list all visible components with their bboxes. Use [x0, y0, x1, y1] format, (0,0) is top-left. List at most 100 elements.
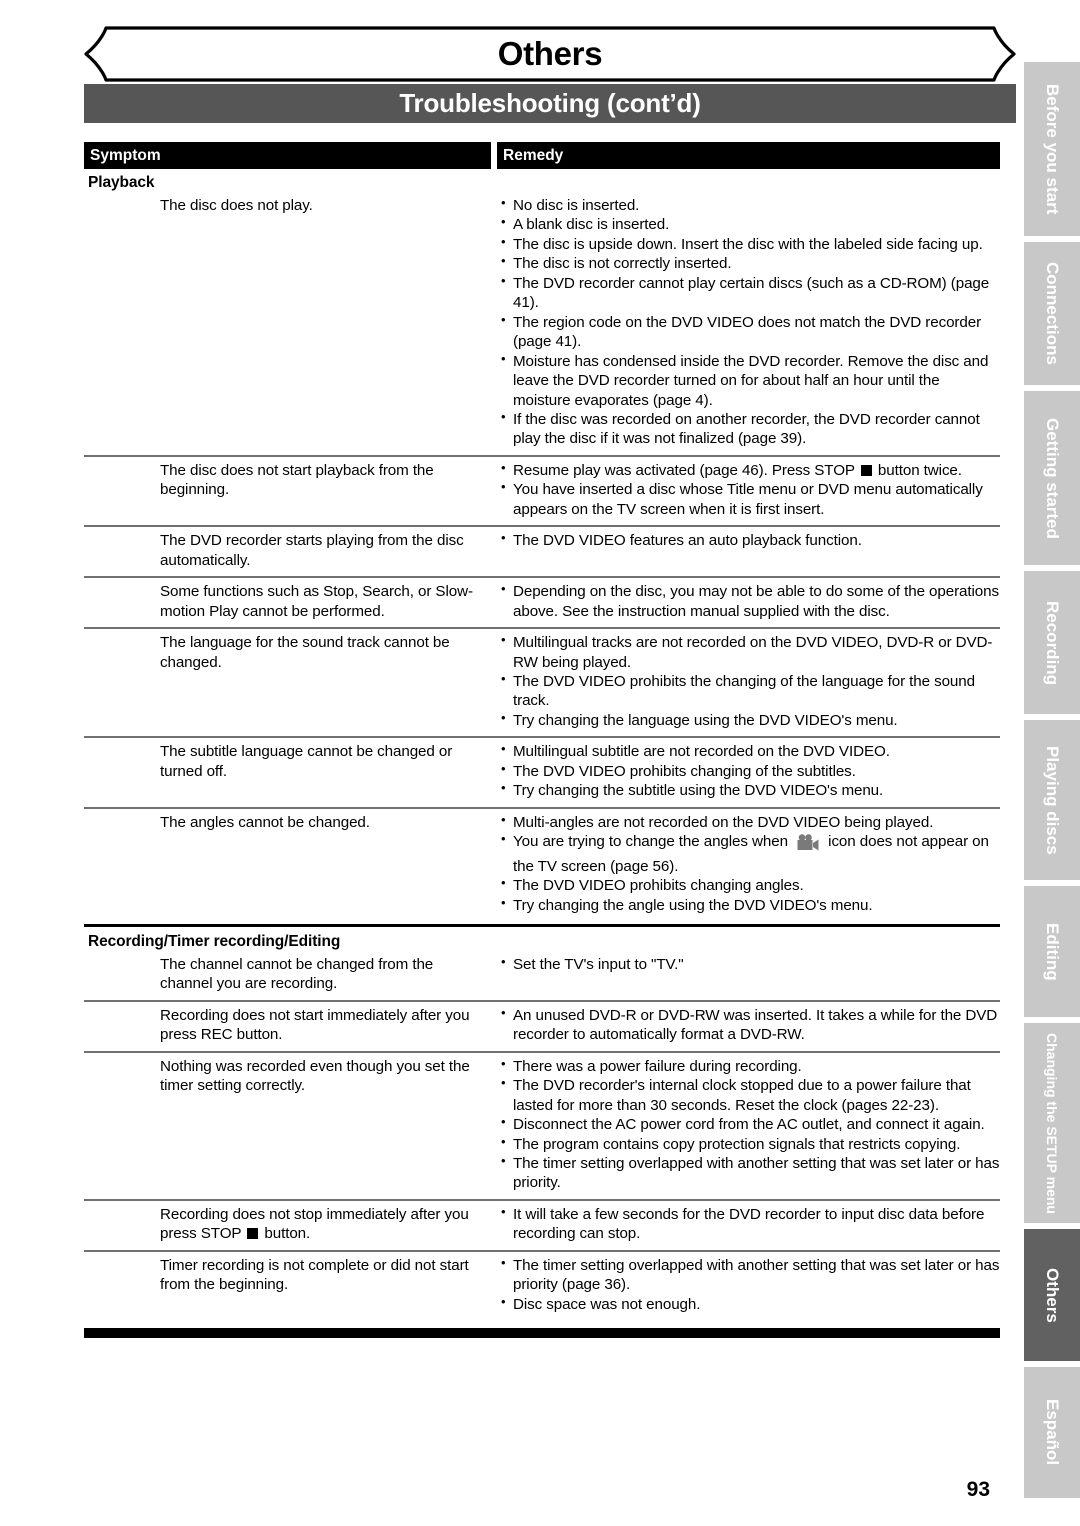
sidebar-tab-editing[interactable]: Editing: [1024, 885, 1080, 1018]
remedy-item: The DVD VIDEO prohibits changing of the …: [500, 761, 1000, 781]
remedy-item: The timer setting overlapped with anothe…: [500, 1153, 1000, 1193]
symptom-cell: The language for the sound track cannot …: [160, 634, 450, 671]
remedy-cell: There was a power failure during recordi…: [494, 1056, 1000, 1193]
remedy-item: Multilingual subtitle are not recorded o…: [500, 741, 1000, 761]
table-row: The DVD recorder starts playing from the…: [84, 525, 1000, 576]
table-row: The channel cannot be changed from the c…: [84, 953, 1000, 1000]
remedy-item: The region code on the DVD VIDEO does no…: [500, 312, 1000, 352]
table-row: The disc does not start playback from th…: [84, 454, 1000, 525]
remedy-item: The disc is not correctly inserted.: [500, 253, 1000, 273]
sidebar-tab-others[interactable]: Others: [1024, 1229, 1080, 1361]
remedy-cell: Resume play was activated (page 46). Pre…: [494, 460, 1000, 519]
angle-camera-icon: [796, 834, 820, 856]
column-header-remedy-label: Remedy: [503, 146, 564, 164]
remedy-cell: It will take a few seconds for the DVD r…: [494, 1204, 1000, 1244]
remedy-item: A blank disc is inserted.: [500, 214, 1000, 234]
remedy-item: You are trying to change the angles when…: [500, 831, 1000, 876]
table-row: Recording does not stop immediately afte…: [84, 1198, 1000, 1250]
remedy-list: It will take a few seconds for the DVD r…: [500, 1204, 1000, 1244]
remedy-item: No disc is inserted.: [500, 195, 1000, 215]
section-title: Troubleshooting (cont’d): [399, 88, 701, 118]
table-row: Some functions such as Stop, Search, or …: [84, 576, 1000, 627]
remedy-item: Try changing the subtitle using the DVD …: [500, 780, 1000, 800]
remedy-cell: Depending on the disc, you may not be ab…: [494, 581, 1000, 621]
sidebar-tab-label: Recording: [1043, 600, 1062, 685]
remedy-item: Try changing the language using the DVD …: [500, 710, 1000, 730]
remedy-item: Resume play was activated (page 46). Pre…: [500, 460, 1000, 480]
column-header-symptom: Symptom: [84, 142, 491, 169]
remedy-item: Multi-angles are not recorded on the DVD…: [500, 812, 1000, 832]
remedy-item: The timer setting overlapped with anothe…: [500, 1255, 1000, 1295]
symptom-cell: Recording does not start immediately aft…: [160, 1006, 470, 1044]
remedy-cell: An unused DVD-R or DVD-RW was inserted. …: [494, 1005, 1000, 1045]
sidebar-tab-label: Editing: [1043, 922, 1062, 981]
sidebar-tab-before-you-start[interactable]: Before you start: [1024, 62, 1080, 237]
remedy-item: Disc space was not enough.: [500, 1294, 1000, 1314]
sidebar-tab-getting-started[interactable]: Getting started: [1024, 391, 1080, 566]
table-row: Nothing was recorded even though you set…: [84, 1050, 1000, 1199]
column-header-symptom-label: Symptom: [90, 146, 161, 164]
sidebar-tab-label: Connections: [1043, 262, 1062, 366]
section-title-bar: Troubleshooting (cont’d): [84, 84, 1016, 123]
remedy-item: The DVD VIDEO prohibits changing angles.: [500, 875, 1000, 895]
remedy-list: Multi-angles are not recorded on the DVD…: [500, 812, 1000, 915]
troubleshooting-table: Playback The disc does not play. No disc i…: [84, 172, 1000, 1320]
remedy-item: An unused DVD-R or DVD-RW was inserted. …: [500, 1005, 1000, 1045]
remedy-cell: Multilingual tracks are not recorded on …: [494, 632, 1000, 730]
sidebar-tab-changing-the-setup-menu[interactable]: Changing the SETUP menu: [1024, 1023, 1080, 1224]
remedy-item: Depending on the disc, you may not be ab…: [500, 581, 1000, 621]
page: Others Troubleshooting (cont’d) Symptom …: [0, 0, 1080, 1526]
sidebar-tab-connections[interactable]: Connections: [1024, 242, 1080, 385]
remedy-item: There was a power failure during recordi…: [500, 1056, 1000, 1076]
sidebar-tab-playing-discs[interactable]: Playing discs: [1024, 720, 1080, 880]
remedy-item: The DVD recorder cannot play certain dis…: [500, 273, 1000, 313]
remedy-cell: Set the TV's input to "TV.": [494, 954, 1000, 994]
symptom-cell: The disc does not play.: [160, 197, 313, 214]
remedy-cell: Multilingual subtitle are not recorded o…: [494, 741, 1000, 800]
remedy-cell: Multi-angles are not recorded on the DVD…: [494, 812, 1000, 915]
sidebar-tab-label: Playing discs: [1043, 745, 1062, 855]
sidebar-tab-label: Changing the SETUP menu: [1044, 1032, 1060, 1214]
remedy-list: No disc is inserted.A blank disc is inse…: [500, 195, 1000, 449]
table-row: The subtitle language cannot be changed …: [84, 736, 1000, 806]
symptom-cell: The channel cannot be changed from the c…: [160, 955, 434, 993]
remedy-list: Resume play was activated (page 46). Pre…: [500, 460, 1000, 519]
remedy-item: It will take a few seconds for the DVD r…: [500, 1204, 1000, 1244]
symptom-cell: The disc does not start playback from th…: [160, 461, 434, 499]
chapter-banner: Others: [84, 26, 1016, 82]
remedy-item: Set the TV's input to "TV.": [500, 954, 1000, 974]
remedy-list: There was a power failure during recordi…: [500, 1056, 1000, 1193]
remedy-list: Multilingual subtitle are not recorded o…: [500, 741, 1000, 800]
sidebar-tab-label: Others: [1043, 1267, 1062, 1323]
table-row: Recording does not start immediately aft…: [84, 999, 1000, 1051]
table-row: The disc does not play. No disc is insert…: [84, 194, 1000, 455]
remedy-item: Try changing the angle using the DVD VID…: [500, 894, 1000, 915]
sidebar-tab-label: Getting started: [1043, 417, 1062, 539]
remedy-cell: The DVD VIDEO features an auto playback …: [494, 530, 1000, 570]
remedy-item: The DVD VIDEO features an auto playback …: [500, 530, 1000, 550]
remedy-item: Moisture has condensed inside the DVD re…: [500, 351, 1000, 410]
remedy-item: The program contains copy protection sig…: [500, 1134, 1000, 1154]
symptom-cell: The DVD recorder starts playing from the…: [160, 532, 464, 569]
table-row: Timer recording is not complete or did n…: [84, 1249, 1000, 1320]
remedy-item: If the disc was recorded on another reco…: [500, 409, 1000, 449]
section-tabs: Before you start Connections Getting start…: [1024, 62, 1080, 1498]
page-number: 93: [966, 1478, 990, 1501]
remedy-list: An unused DVD-R or DVD-RW was inserted. …: [500, 1005, 1000, 1045]
column-header-remedy: Remedy: [497, 142, 1000, 169]
remedy-item: The DVD recorder's internal clock stoppe…: [500, 1075, 1000, 1115]
remedy-item: Multilingual tracks are not recorded on …: [500, 632, 1000, 672]
remedy-cell: No disc is inserted.A blank disc is inse…: [494, 195, 1000, 449]
symptom-cell: The angles cannot be changed.: [160, 813, 370, 831]
stop-square-icon: [860, 464, 872, 476]
symptom-cell: Nothing was recorded even though you set…: [160, 1057, 470, 1095]
group-title: Recording/Timer recording/Editing: [84, 923, 1000, 953]
sidebar-tab-recording[interactable]: Recording: [1024, 571, 1080, 715]
table-row: The angles cannot be changed. Multi-angle…: [84, 806, 1000, 921]
symptom-cell: Timer recording is not complete or did n…: [160, 1256, 469, 1294]
remedy-list: The timer setting overlapped with anothe…: [500, 1255, 1000, 1314]
remedy-list: The DVD VIDEO features an auto playback …: [500, 530, 1000, 550]
sidebar-tab-espa-ol[interactable]: Español: [1024, 1366, 1080, 1498]
remedy-item: You have inserted a disc whose Title men…: [500, 479, 1000, 519]
symptom-cell: The subtitle language cannot be changed …: [160, 743, 453, 780]
